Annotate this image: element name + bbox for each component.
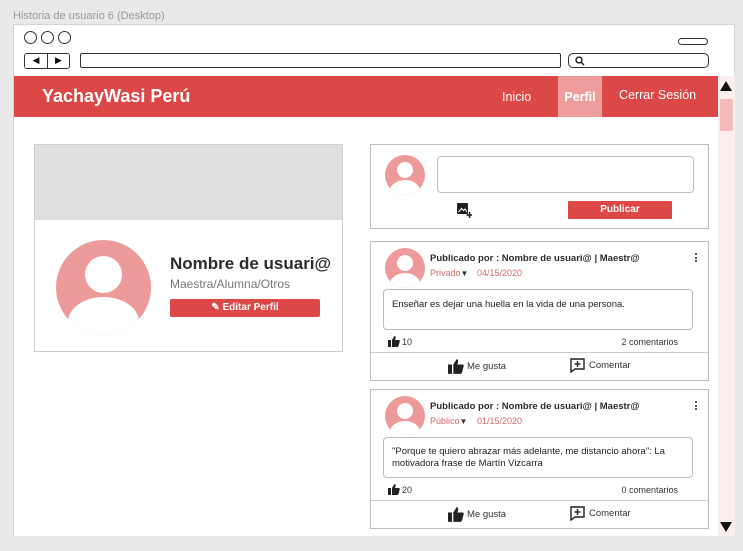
add-comment-icon <box>570 506 585 521</box>
post-date: 04/15/2020 <box>477 268 523 278</box>
like-count-icon <box>388 484 400 495</box>
nav-item-inicio[interactable]: Inicio <box>502 76 531 117</box>
caret-down-icon: ▼ <box>459 417 468 426</box>
profile-card: Nombre de usuari@ Maestra/Alumna/Otros ✎… <box>34 144 343 352</box>
profile-name: Nombre de usuari@ <box>170 254 332 273</box>
page-content: YachayWasi Perú Inicio Perfil Cerrar Ses… <box>14 76 718 536</box>
brand-logo[interactable]: YachayWasi Perú <box>42 86 190 107</box>
scroll-thumb[interactable] <box>720 99 733 131</box>
comment-label: Comentar <box>589 360 631 371</box>
page-scrollbar[interactable] <box>718 76 735 536</box>
post-composer: Publicar <box>370 144 709 229</box>
profile-avatar <box>56 240 151 335</box>
window-minimize-button[interactable] <box>41 31 54 44</box>
post-card: Publicado por : Nombre de usuari@ | Maes… <box>370 241 709 381</box>
nav-item-cerrar-sesion[interactable]: Cerrar Sesión <box>619 76 696 117</box>
post-date: 01/15/2020 <box>477 416 523 426</box>
scroll-down-icon[interactable] <box>720 522 732 532</box>
post-author: Publicado por : Nombre de usuari@ | Maes… <box>430 253 640 264</box>
post-card: Publicado por : Nombre de usuari@ | Maes… <box>370 389 709 529</box>
post-text: "Porque te quiero abrazar más adelante, … <box>383 437 693 478</box>
more-options-icon[interactable] <box>694 253 698 264</box>
top-navbar: YachayWasi Perú Inicio Perfil Cerrar Ses… <box>14 76 718 117</box>
post-avatar <box>385 248 425 288</box>
comment-button[interactable]: Comentar <box>570 358 631 373</box>
post-text: Enseñar es dejar una huella en la vida d… <box>383 289 693 330</box>
like-count-icon <box>388 336 400 347</box>
window-controls <box>24 31 71 44</box>
comment-count[interactable]: 2 comentarios <box>621 337 678 347</box>
privacy-label: Público <box>430 416 460 426</box>
like-label: Me gusta <box>467 509 507 520</box>
publish-button[interactable]: Publicar <box>568 201 672 219</box>
like-button[interactable]: Me gusta <box>448 507 506 522</box>
window-zoom-button[interactable] <box>58 31 71 44</box>
comment-button[interactable]: Comentar <box>570 506 631 521</box>
comment-count[interactable]: 0 comentarios <box>621 485 678 495</box>
add-comment-icon <box>570 358 585 373</box>
post-input[interactable] <box>437 156 694 193</box>
profile-role: Maestra/Alumna/Otros <box>170 277 291 291</box>
cover-image <box>35 145 342 220</box>
like-button[interactable]: Me gusta <box>448 359 506 374</box>
frame-title: Historia de usuario 6 (Desktop) <box>13 10 165 22</box>
divider <box>371 352 708 353</box>
window-close-button[interactable] <box>24 31 37 44</box>
browser-search-bar[interactable] <box>568 53 709 68</box>
privacy-dropdown[interactable]: Privado▼ <box>430 268 468 278</box>
privacy-dropdown[interactable]: Público▼ <box>430 416 467 426</box>
comment-label: Comentar <box>589 508 631 519</box>
add-image-icon[interactable] <box>457 203 472 218</box>
thumbs-up-icon <box>448 507 464 522</box>
divider <box>371 500 708 501</box>
thumbs-up-icon <box>448 359 464 374</box>
like-count: 20 <box>402 485 413 495</box>
search-icon <box>575 56 585 66</box>
back-button[interactable]: ◀ <box>25 54 47 68</box>
browser-window: ◀ ▶ YachayWasi Perú Inicio Perfil Cerrar… <box>13 24 735 536</box>
post-author: Publicado por : Nombre de usuari@ | Maes… <box>430 401 640 412</box>
composer-avatar <box>385 155 425 195</box>
like-count: 10 <box>402 337 413 347</box>
window-menu-button[interactable] <box>678 38 708 45</box>
forward-button[interactable]: ▶ <box>47 54 69 68</box>
address-bar[interactable] <box>80 53 561 68</box>
privacy-label: Privado <box>430 268 461 278</box>
like-label: Me gusta <box>467 361 507 372</box>
history-buttons: ◀ ▶ <box>24 53 70 69</box>
post-avatar <box>385 396 425 436</box>
more-options-icon[interactable] <box>694 401 698 412</box>
nav-item-perfil[interactable]: Perfil <box>558 76 602 117</box>
scroll-up-icon[interactable] <box>720 81 732 91</box>
caret-down-icon: ▼ <box>460 269 469 278</box>
edit-profile-button[interactable]: ✎ Editar Perfil <box>170 299 320 317</box>
